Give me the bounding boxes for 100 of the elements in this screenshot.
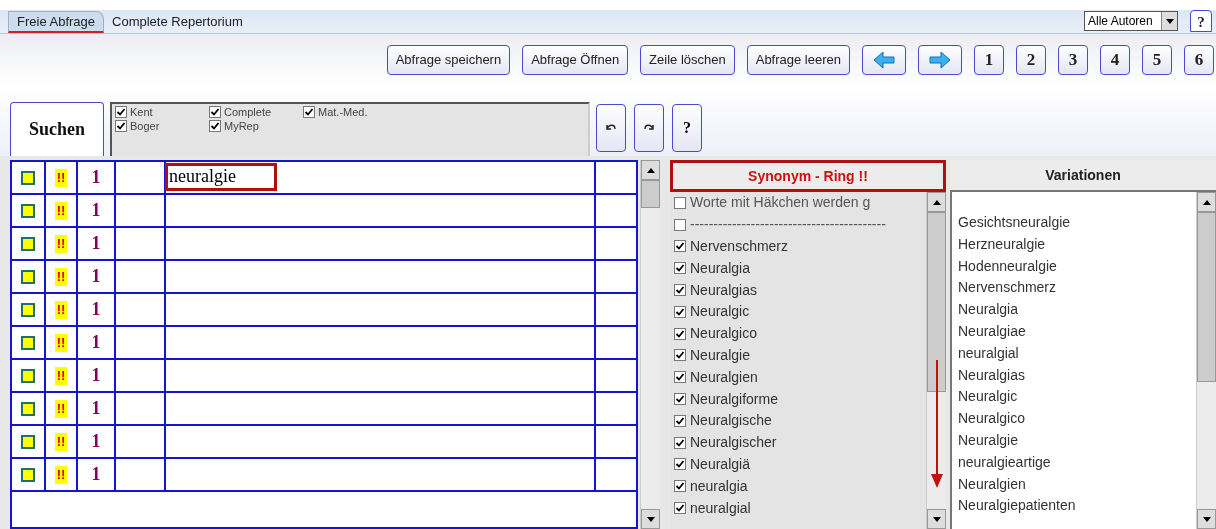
help-button[interactable]: ? <box>1190 10 1212 32</box>
checkbox[interactable] <box>21 467 35 482</box>
variation-item[interactable]: Nervenschmerz <box>958 277 1196 300</box>
checkbox[interactable] <box>21 335 35 350</box>
synonym-item[interactable]: Neuralgische <box>690 410 772 432</box>
synonym-item[interactable]: Neuralgia <box>690 257 750 279</box>
priority-badge[interactable]: !! <box>54 432 68 451</box>
synonym-item[interactable]: neuralgial <box>690 497 751 519</box>
toolbar-button[interactable]: Abfrage speichern <box>386 45 511 75</box>
variations-header: Variationen <box>950 160 1216 192</box>
checkbox[interactable] <box>674 262 686 275</box>
checkbox[interactable] <box>21 302 35 317</box>
synonym-item[interactable]: Neuralgiä <box>690 453 750 475</box>
synonym-item[interactable]: Neuralgiforme <box>690 388 778 410</box>
number-button[interactable]: 3 <box>1058 45 1088 75</box>
checkbox[interactable] <box>674 436 686 449</box>
back-button[interactable] <box>862 45 906 75</box>
variation-item[interactable]: Neuralgiae <box>958 321 1196 343</box>
checkbox[interactable] <box>21 236 35 251</box>
checkbox[interactable] <box>21 170 35 185</box>
synonym-item[interactable]: Neuralgischer <box>690 432 777 454</box>
synonym-item[interactable]: Neuralgic <box>690 301 750 323</box>
checkbox[interactable] <box>674 349 686 362</box>
checkbox[interactable] <box>115 120 127 132</box>
checkbox[interactable] <box>115 106 127 118</box>
priority-badge[interactable]: !! <box>54 399 68 418</box>
synonym-item[interactable]: Neuralgien <box>690 366 758 388</box>
checkbox[interactable] <box>674 502 686 515</box>
synonym-item[interactable]: Worte mit Häkchen werden g <box>690 192 871 214</box>
number-button[interactable]: 5 <box>1142 45 1172 75</box>
checkbox[interactable] <box>209 106 221 118</box>
forward-button[interactable] <box>918 45 962 75</box>
source-label: Boger <box>130 118 160 134</box>
scroll-down-icon <box>646 516 655 522</box>
checkbox[interactable] <box>674 240 686 253</box>
checkbox[interactable] <box>674 284 686 297</box>
synonym-item[interactable]: neuralgia <box>690 475 748 497</box>
synonym-item[interactable]: Neuralgias <box>690 279 757 301</box>
checkbox[interactable] <box>674 480 686 493</box>
search-tab[interactable]: Suchen <box>10 102 104 156</box>
checkbox[interactable] <box>21 401 35 416</box>
help-button[interactable]: ? <box>672 104 702 152</box>
priority-badge[interactable]: !! <box>54 300 68 319</box>
scrollbar[interactable] <box>640 160 660 529</box>
synonym-item[interactable]: Neuralgie <box>690 344 750 366</box>
checkbox[interactable] <box>674 327 686 340</box>
priority-badge[interactable]: !! <box>54 366 68 385</box>
checkbox[interactable] <box>674 458 686 471</box>
number-button[interactable]: 4 <box>1100 45 1130 75</box>
checkbox[interactable] <box>674 196 686 209</box>
priority-badge[interactable]: !! <box>54 267 68 286</box>
number-button[interactable]: 2 <box>1016 45 1046 75</box>
scrollbar[interactable] <box>926 192 946 529</box>
variation-item[interactable]: Neuralgiepatienten <box>958 495 1196 518</box>
checkbox[interactable] <box>674 414 686 427</box>
checkbox[interactable] <box>303 106 315 118</box>
variation-item[interactable]: Herzneuralgie <box>958 233 1196 256</box>
toolbar-button[interactable]: Zeile löschen <box>640 45 735 75</box>
toolbar-button[interactable]: Abfrage leeren <box>746 45 850 75</box>
variation-item[interactable]: Neuralgia <box>958 299 1196 321</box>
variation-item[interactable]: Neuralgien <box>958 473 1196 496</box>
scroll-thumb[interactable] <box>927 212 946 392</box>
variation-item[interactable]: neuralgieartige <box>958 451 1196 474</box>
synonym-item[interactable]: Nervenschmerz <box>690 236 789 257</box>
author-select[interactable]: Alle Autoren <box>1084 11 1178 31</box>
scroll-thumb[interactable] <box>641 180 660 208</box>
weight-value: 1 <box>91 463 101 486</box>
priority-badge[interactable]: !! <box>54 168 68 187</box>
variation-item[interactable]: Gesichtsneuralgie <box>958 212 1196 234</box>
checkbox[interactable] <box>21 203 35 218</box>
variation-item[interactable]: Neuralgie <box>958 429 1196 452</box>
number-button[interactable]: 1 <box>974 45 1004 75</box>
synonym-item[interactable]: Neuralgico <box>690 323 757 345</box>
redo-button[interactable] <box>634 104 664 152</box>
search-term-field[interactable]: neuralgie <box>165 163 277 191</box>
priority-badge[interactable]: !! <box>54 333 68 352</box>
checkbox[interactable] <box>674 305 686 318</box>
checkbox[interactable] <box>209 120 221 132</box>
priority-badge[interactable]: !! <box>54 201 68 220</box>
number-button[interactable]: 6 <box>1184 45 1214 75</box>
checkbox[interactable] <box>21 368 35 383</box>
variation-item[interactable]: Neuralgic <box>958 386 1196 409</box>
scroll-thumb[interactable] <box>1197 212 1216 382</box>
variation-item[interactable]: Neuralgico <box>958 408 1196 430</box>
priority-badge[interactable]: !! <box>54 465 68 484</box>
toolbar-button[interactable]: Abfrage Öffnen <box>522 45 629 75</box>
variation-item[interactable]: neuralgial <box>958 342 1196 365</box>
checkbox[interactable] <box>674 393 686 406</box>
checkbox[interactable] <box>21 434 35 449</box>
checkbox[interactable] <box>674 218 686 231</box>
priority-badge[interactable]: !! <box>54 234 68 253</box>
variation-item[interactable]: Neuralgias <box>958 364 1196 387</box>
variation-item[interactable]: Hodenneuralgie <box>958 255 1196 278</box>
checkbox[interactable] <box>674 371 686 384</box>
checkbox[interactable] <box>21 269 35 284</box>
synonym-item[interactable]: ------------------------------------------ <box>690 214 886 236</box>
scrollbar[interactable] <box>1196 192 1216 529</box>
tab[interactable]: Freie Abfrage <box>8 11 105 33</box>
tab[interactable]: Complete Repertorium <box>104 11 251 33</box>
undo-button[interactable] <box>596 104 626 152</box>
